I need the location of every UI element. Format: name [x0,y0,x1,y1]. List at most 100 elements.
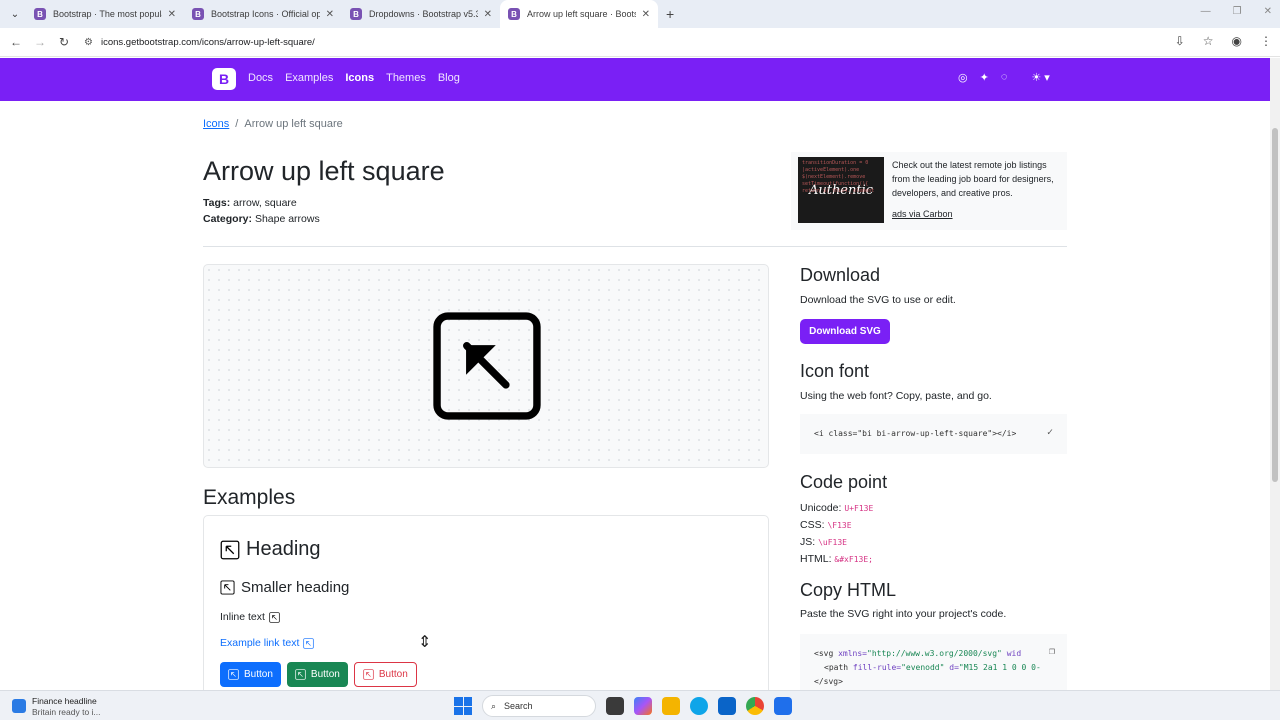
windows-start-icon[interactable] [454,697,472,715]
outlook-icon[interactable] [718,697,736,715]
nav-link-blog[interactable]: Blog [438,72,460,84]
code-attr: wid [1006,649,1022,658]
taskbar-search[interactable]: ⌕ Search [482,695,596,717]
forward-icon[interactable]: → [28,35,52,49]
tab-search-icon[interactable]: ⌄ [4,3,26,25]
code-point-value: \F13E [827,521,852,530]
example-link[interactable]: Example link text [220,637,315,649]
site-navbar: B Docs Examples Icons Themes Blog ◎ ✦ ◌ … [0,58,1270,101]
close-tab-icon[interactable]: ✕ [484,9,492,20]
bootstrap-favicon-icon: B [192,8,204,20]
close-tab-icon[interactable]: ✕ [642,9,650,20]
nav-link-examples[interactable]: Examples [285,72,333,84]
toolbar-icons: ⇩ ☆ ◉ ⋮ [1175,34,1272,48]
nav-link-docs[interactable]: Docs [248,72,273,84]
minimize-icon[interactable]: — [1201,6,1211,17]
example-smaller-heading: Smaller heading [220,579,349,596]
window-controls: — ❐ ✕ [1201,6,1272,17]
breadcrumb-icons-link[interactable]: Icons [203,118,229,130]
close-window-icon[interactable]: ✕ [1264,6,1272,17]
twitter-icon[interactable]: ✦ [980,71,989,84]
check-icon[interactable]: ✓ [1047,427,1053,438]
browser-tab-4[interactable]: B Arrow up left square · Bootstrap ✕ [500,0,658,28]
nav-link-themes[interactable]: Themes [386,72,426,84]
code-attr: fill-rule= [852,663,902,672]
close-tab-icon[interactable]: ✕ [326,9,334,20]
maximize-icon[interactable]: ❐ [1233,6,1242,17]
download-svg-button[interactable]: Download SVG [800,319,890,344]
vscode-icon[interactable] [774,697,792,715]
site-info-icon[interactable]: ⚙ [84,37,93,48]
carbon-ad[interactable]: transitionDuration = 0 |activeElement).on… [791,152,1067,230]
browser-tab-1[interactable]: B Bootstrap · The most popular H ✕ [26,0,184,28]
example-link-text[interactable]: Example link text [220,637,299,649]
code-point-label: CSS: [800,519,825,531]
edge-icon[interactable] [690,697,708,715]
example-heading-text: Heading [246,538,321,560]
bootstrap-logo[interactable]: B [212,68,236,90]
arrow-up-left-square-icon [295,669,306,680]
menu-icon[interactable]: ⋮ [1260,34,1272,48]
task-view-icon[interactable] [606,697,624,715]
examples-box: Heading Smaller heading Inline text Exam… [203,515,769,705]
code-point-row: HTML: &#xF13E; [800,551,873,568]
theme-toggle-icon[interactable]: ☀ ▾ [1031,71,1049,84]
nav-right-icons: ◎ ✦ ◌ ☀ ▾ [958,71,1050,84]
file-explorer-icon[interactable] [662,697,680,715]
code-point-label: JS: [800,536,816,548]
tab-title: Dropdowns · Bootstrap v5.3 [369,9,478,19]
back-icon[interactable]: ← [4,35,28,49]
code-point-label: Unicode: [800,502,842,514]
inline-text: Inline text [220,611,265,623]
profile-icon[interactable]: ◉ [1232,34,1242,48]
primary-button[interactable]: Button [220,662,281,687]
copy-html-code[interactable]: <svg xmlns="http://www.w3.org/2000/svg" … [800,634,1067,690]
code-string: "http://www.w3.org/2000/svg" [867,649,1002,658]
browser-tab-2[interactable]: B Bootstrap Icons · Official open ✕ [184,0,342,28]
clipboard-icon[interactable]: ❐ [1048,645,1055,659]
github-icon[interactable]: ◎ [958,71,968,84]
success-button[interactable]: Button [286,662,348,687]
code-string: "evenodd" [901,663,945,672]
arrow-up-left-square-icon [220,580,235,595]
new-tab-icon[interactable]: + [666,6,674,22]
chrome-icon[interactable] [746,697,764,715]
bookmark-star-icon[interactable]: ☆ [1203,34,1214,48]
example-inline-text: Inline text [220,611,280,623]
code-tag: <svg [814,649,834,658]
url-field[interactable]: ⚙ icons.getbootstrap.com/icons/arrow-up-… [84,31,1164,53]
icon-font-snippet: <i class="bi bi-arrow-up-left-square"></… [814,429,1017,438]
code-point-list: Unicode: U+F13E CSS: \F13E JS: \uF13E HT… [800,500,873,568]
nav-link-icons[interactable]: Icons [345,72,374,84]
code-point-value: U+F13E [844,504,874,513]
code-tag: </svg> [814,677,843,686]
tags-value: arrow, square [233,197,297,209]
page-scrollbar[interactable] [1270,58,1280,690]
opencollective-icon[interactable]: ◌ [1001,71,1008,84]
icon-meta: Tags: arrow, square Category: Shape arro… [203,195,320,227]
icon-font-code[interactable]: <i class="bi bi-arrow-up-left-square"></… [800,414,1067,454]
scrollbar-thumb[interactable] [1272,128,1278,482]
copilot-icon[interactable] [634,697,652,715]
ad-image[interactable]: transitionDuration = 0 |activeElement).on… [798,157,884,223]
ad-text[interactable]: Check out the latest remote job listings… [892,158,1064,200]
nav-links: Docs Examples Icons Themes Blog [248,72,460,84]
breadcrumb-current: Arrow up left square [244,118,343,130]
code-point-row: Unicode: U+F13E [800,500,873,517]
code-attr: d= [949,663,959,672]
breadcrumb-separator: / [235,118,239,130]
news-widget[interactable]: Finance headline Britain ready to i... [12,696,101,718]
browser-tab-3[interactable]: B Dropdowns · Bootstrap v5.3 ✕ [342,0,500,28]
tab-title: Bootstrap · The most popular H [53,9,162,19]
arrow-up-left-square-icon [220,540,240,559]
arrow-up-left-square-icon [269,611,280,623]
breadcrumb: Icons / Arrow up left square [203,118,343,130]
outline-danger-button[interactable]: Button [353,662,417,687]
example-smaller-heading-text: Smaller heading [241,579,350,596]
category-value: Shape arrows [254,213,320,225]
close-tab-icon[interactable]: ✕ [168,9,176,20]
ads-via-carbon-link[interactable]: ads via Carbon [892,209,953,219]
reload-icon[interactable]: ↻ [52,35,76,49]
news-icon [12,699,26,713]
install-app-icon[interactable]: ⇩ [1175,34,1185,48]
